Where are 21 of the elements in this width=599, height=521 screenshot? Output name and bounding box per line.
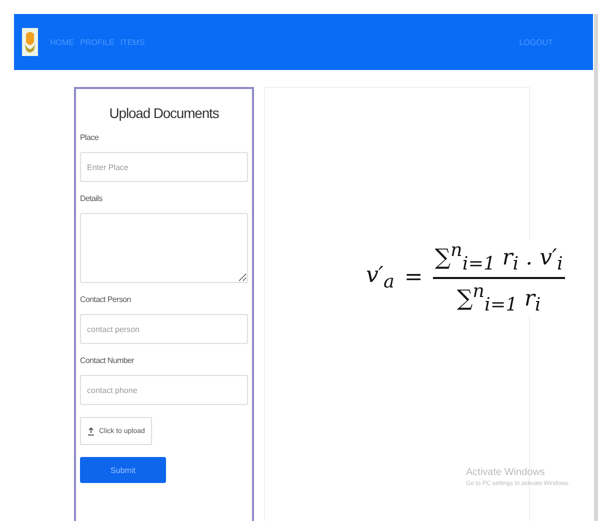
textarea-field[interactable] [80,213,248,283]
logout-link[interactable]: LOGOUT [519,38,553,46]
field-label: Details [80,194,104,203]
logo-icon [22,28,38,56]
input-field[interactable]: contact phone [80,375,248,405]
field-label: Contact Person [80,295,132,304]
nav-link[interactable]: PROFILE [80,38,114,46]
submit-button[interactable]: Submit [80,457,166,483]
nav-link[interactable]: ITEMS [120,38,145,46]
nav-link[interactable]: HOME [50,38,74,46]
formula-lhs: v′$_{a}$ [366,263,394,292]
equals-sign: = [404,265,423,290]
upload-icon [87,426,95,436]
formula-numerator: ∑$^{n}$$_{i=1}$ r$_{i}$ . v′$_{i}$ [432,240,565,279]
form-title: Upload Documents [108,105,220,121]
activation-title: Activate Windows [466,467,546,478]
input-field[interactable]: Enter Place [80,152,248,182]
input-field[interactable]: contact person [80,314,248,344]
formula-denominator: ∑$^{n}$$_{i=1}$ r$_{i}$ [456,280,541,316]
field-label: Place [80,133,100,142]
field-label: Contact Number [80,356,136,365]
